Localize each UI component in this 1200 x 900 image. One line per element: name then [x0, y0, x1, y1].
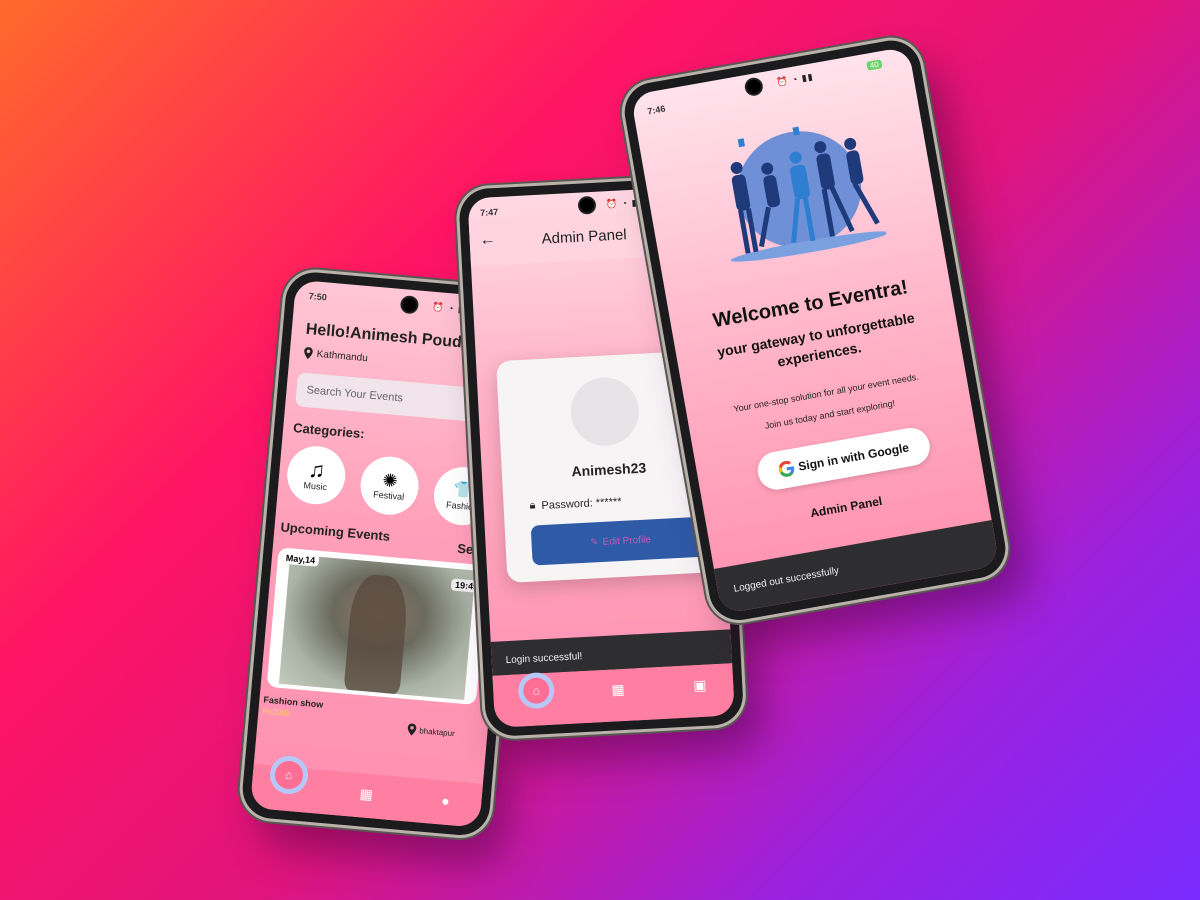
home-icon: ⌂	[284, 767, 294, 783]
status-icons: ⏰ ◔ ▮▮	[775, 71, 815, 88]
nav-profile-icon[interactable]: ●	[441, 792, 451, 809]
location-pin-icon	[304, 347, 313, 360]
battery-indicator: 40	[866, 59, 883, 71]
event-venue: bhaktapur	[418, 725, 456, 738]
google-button-label: Sign in with Google	[797, 440, 910, 474]
location-row: Kathmandu	[303, 347, 368, 365]
nav-ticket-icon[interactable]: ▣	[693, 677, 707, 695]
edit-profile-button[interactable]: ✎ Edit Profile	[530, 516, 711, 566]
logout-toast: Logged out successfully	[713, 520, 1000, 615]
category-festival[interactable]: ✺ Festival	[358, 454, 422, 518]
categories-title: Categories:	[292, 420, 366, 442]
status-time: 7:50	[308, 290, 328, 303]
search-placeholder: Search Your Events	[306, 384, 404, 405]
status-icons: ⏰ ◔ ▮	[431, 301, 465, 315]
category-label: Music	[303, 480, 328, 493]
figure-silhouette	[343, 572, 410, 695]
status-icons: ⏰ ◔ ▮	[605, 197, 638, 210]
toast-text: Logged out successfully	[732, 565, 840, 595]
category-music[interactable]: ♫ Music	[284, 443, 348, 507]
page-title: Admin Panel	[541, 226, 628, 248]
status-time: 7:46	[646, 103, 667, 117]
status-time: 7:47	[479, 206, 499, 218]
location-label: Kathmandu	[316, 348, 369, 364]
team-celebration-illustration	[730, 126, 888, 262]
password-label: Password: ******	[541, 495, 622, 512]
nav-calendar-icon[interactable]: ▦	[611, 681, 625, 699]
location-pin-icon	[407, 723, 417, 736]
bottom-nav: ⌂ ▦ ●	[249, 759, 483, 828]
music-note-icon: ♫	[307, 456, 327, 483]
home-icon: ⌂	[532, 683, 541, 698]
avatar	[569, 375, 641, 448]
event-card[interactable]: May,14 19:49	[266, 547, 489, 706]
nav-home-button[interactable]: ⌂	[273, 759, 305, 791]
category-label: Festival	[372, 489, 405, 502]
event-venue-row: bhaktapur	[407, 723, 455, 739]
upcoming-events-title: Upcoming Events	[279, 519, 391, 544]
pencil-icon: ✎	[589, 536, 599, 549]
bottom-nav: ⌂ ▦ ▣	[492, 663, 735, 728]
event-price: Rs2000	[262, 706, 291, 718]
front-camera	[401, 297, 418, 313]
toast-text: Login successful!	[505, 651, 583, 667]
event-image	[278, 554, 476, 700]
back-arrow-icon[interactable]: ←	[479, 231, 496, 250]
edit-profile-label: Edit Profile	[602, 533, 652, 548]
shirt-icon: 👕	[452, 481, 475, 500]
front-camera	[745, 78, 762, 95]
nav-home-button[interactable]: ⌂	[522, 676, 550, 705]
google-sign-in-button[interactable]: Sign in with Google	[754, 424, 933, 493]
profile-username: Animesh23	[571, 459, 647, 480]
festival-icon: ✺	[381, 470, 399, 492]
front-camera	[579, 197, 595, 213]
nav-calendar-icon[interactable]: ▦	[359, 785, 374, 803]
password-row: 🔒︎ Password: ******	[529, 495, 622, 513]
event-date-badge: May,14	[281, 551, 320, 567]
lock-icon: 🔒︎	[529, 499, 536, 512]
google-logo-icon	[778, 460, 795, 477]
